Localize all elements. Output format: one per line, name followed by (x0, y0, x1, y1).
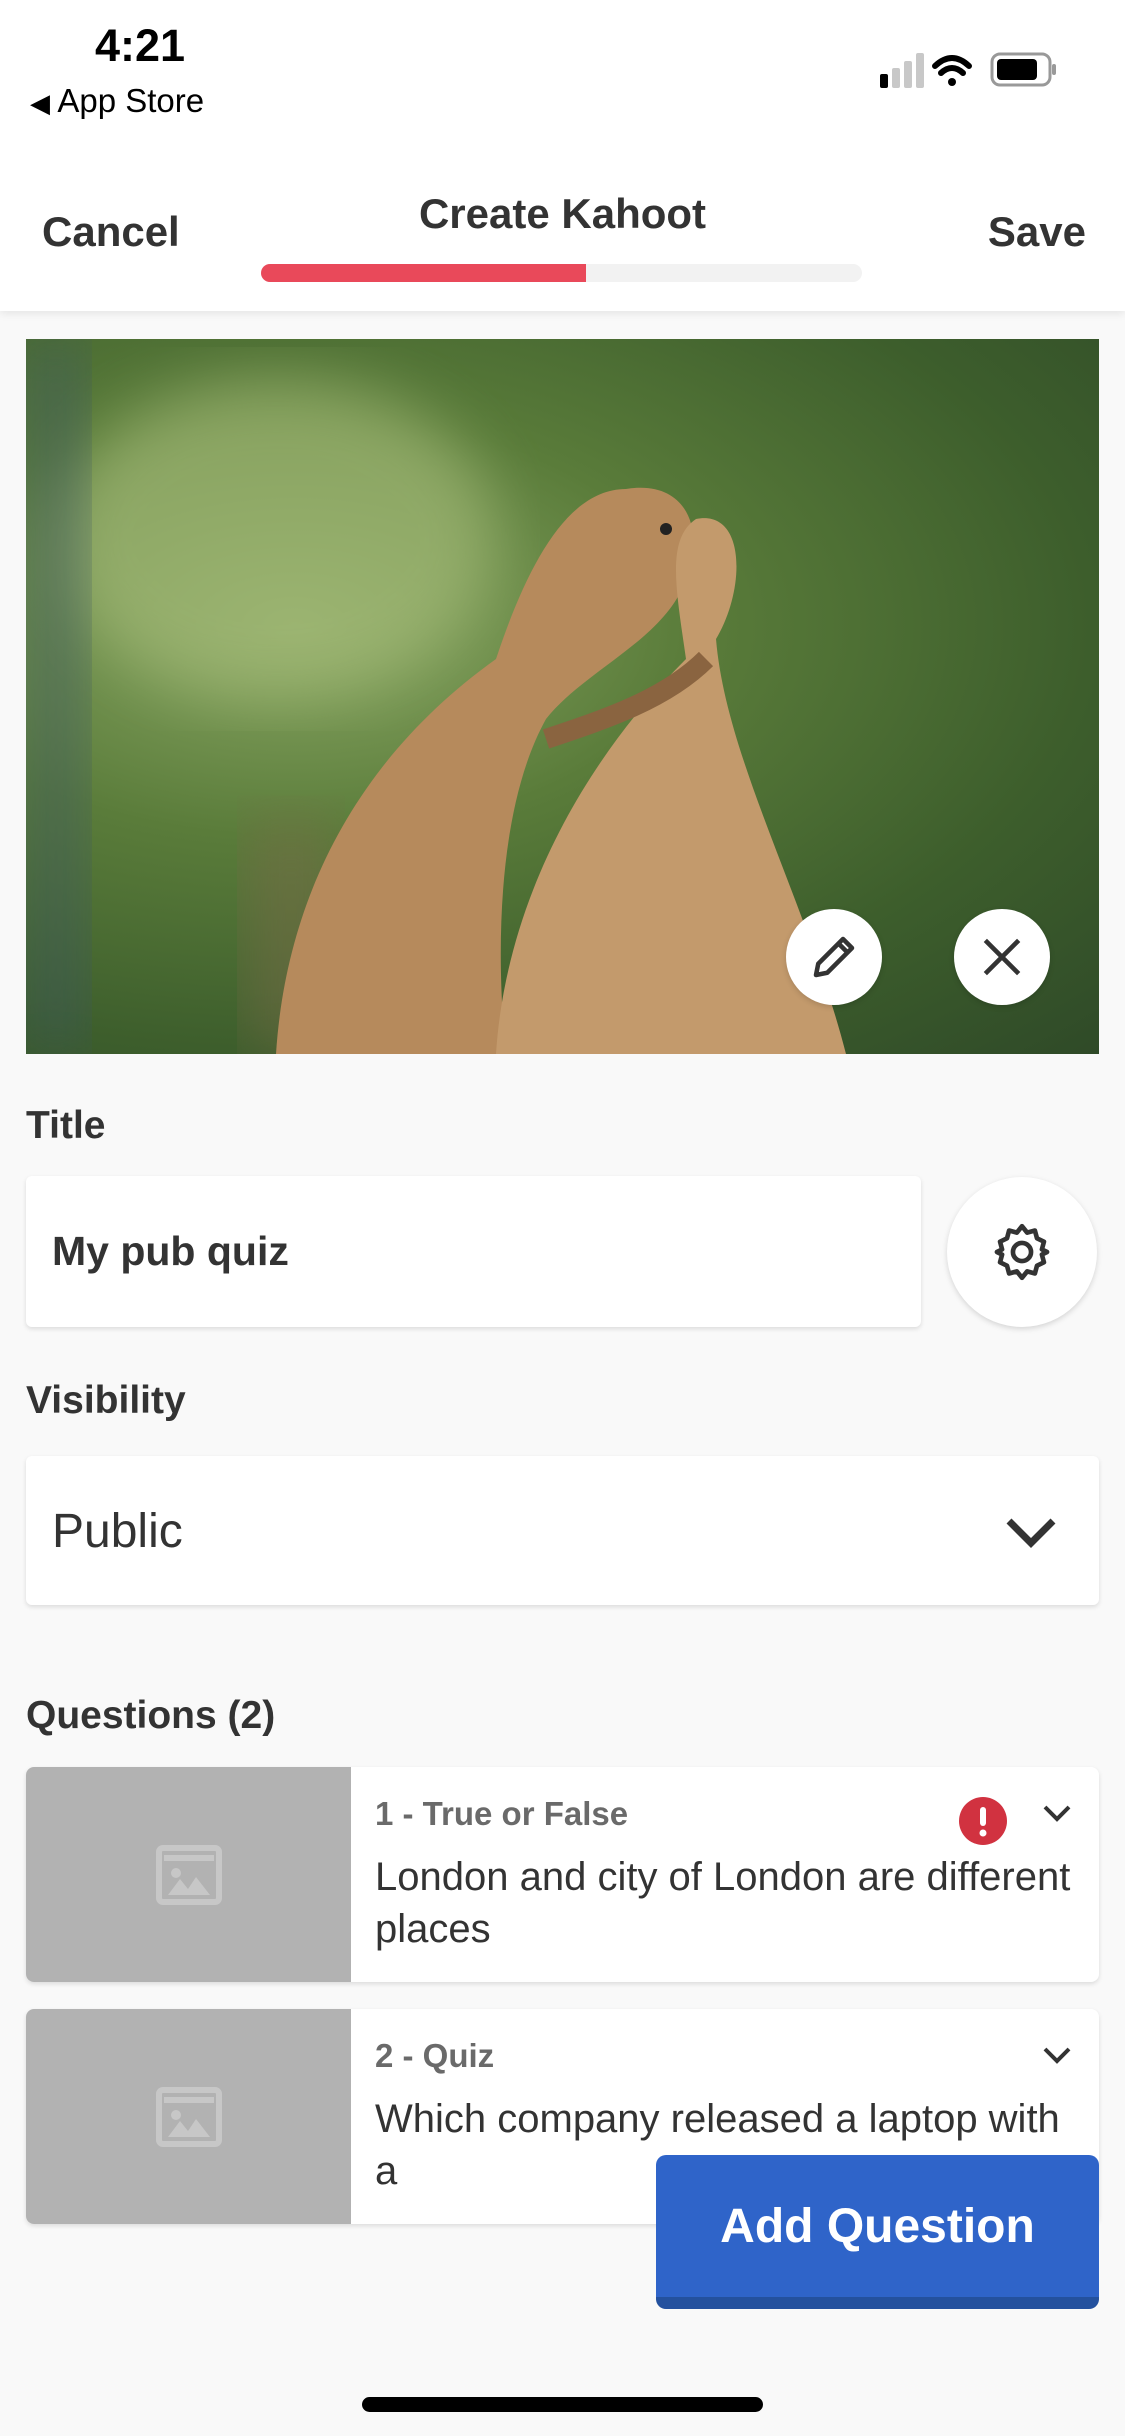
wifi-icon (932, 55, 972, 86)
remove-image-button[interactable] (954, 909, 1050, 1005)
save-button[interactable]: Save (988, 208, 1086, 256)
prairie-dogs-photo (26, 339, 846, 1054)
progress-fill (261, 264, 586, 282)
status-time: 4:21 (95, 20, 186, 71)
status-icons (880, 52, 1056, 88)
back-label: App Store (57, 82, 205, 119)
cover-image[interactable] (26, 339, 1099, 1054)
visibility-value: Public (52, 1505, 183, 1558)
error-icon (959, 1797, 1007, 1845)
title-value: My pub quiz (52, 1228, 289, 1274)
image-placeholder-icon (155, 2086, 222, 2147)
title-label: Title (26, 1104, 106, 1147)
visibility-select[interactable]: Public (26, 1456, 1099, 1605)
question-card[interactable]: 1 - True or False London and city of Lon… (26, 1767, 1099, 1982)
progress-bar (261, 264, 862, 282)
chevron-down-icon[interactable] (1041, 2043, 1073, 2067)
questions-header: Questions (2) (26, 1694, 276, 1737)
question-type: 1 - True or False (375, 1795, 629, 1832)
header: 4:21 ◀ App Store Cancel Create Kahoot Sa… (0, 0, 1125, 311)
chevron-down-icon (1006, 1518, 1056, 1548)
add-question-button[interactable]: Add Question (656, 2155, 1099, 2309)
question-thumbnail (26, 1767, 351, 1982)
visibility-label: Visibility (26, 1379, 186, 1422)
home-indicator[interactable] (362, 2397, 763, 2412)
title-input[interactable]: My pub quiz (26, 1176, 921, 1327)
chevron-down-icon[interactable] (1041, 1801, 1073, 1825)
edit-image-button[interactable] (786, 909, 882, 1005)
back-arrow-icon: ◀ (30, 88, 50, 118)
close-icon (983, 938, 1021, 976)
gear-icon (994, 1223, 1050, 1281)
battery-icon (990, 52, 1056, 87)
question-text: London and city of London are different … (375, 1855, 1071, 1951)
settings-button[interactable] (947, 1177, 1097, 1327)
back-to-app-store[interactable]: ◀ App Store (30, 82, 204, 120)
signal-icon (880, 53, 924, 88)
image-placeholder-icon (155, 1844, 222, 1905)
pencil-icon (813, 936, 855, 978)
page-title: Create Kahoot (418, 190, 707, 237)
question-type: 2 - Quiz (375, 2037, 495, 2074)
question-thumbnail (26, 2009, 351, 2224)
